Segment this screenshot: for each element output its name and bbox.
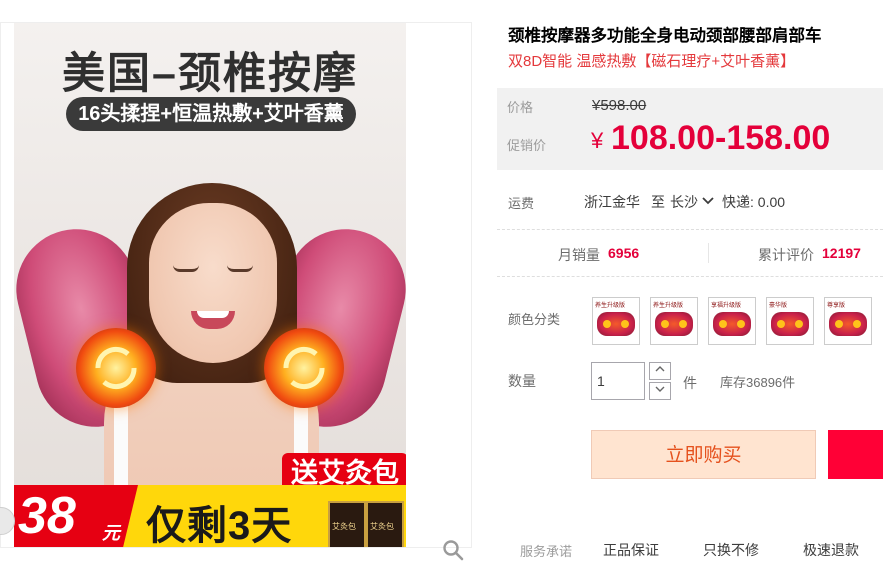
add-to-cart-button[interactable] [828, 430, 883, 479]
ship-to-select[interactable]: 长沙 [670, 192, 698, 212]
quantity-label: 数量 [508, 373, 536, 389]
gift-box-image: 艾灸包 [328, 501, 366, 547]
shipping-label: 运费 [508, 196, 535, 211]
service-item[interactable]: 极速退款 [803, 540, 859, 560]
stock-count: 库存36896件 [720, 375, 796, 390]
divider [497, 229, 883, 230]
price-label: 价格 [507, 100, 534, 115]
swatch-heat-dot [621, 320, 629, 328]
chevron-down-icon [655, 386, 665, 392]
swatch-caption: 豪华版 [769, 303, 788, 309]
product-subtitle: 双8D智能 温感热敷【磁石理疗+艾叶香薰】 [508, 53, 796, 70]
color-swatch[interactable]: 尊享版 [824, 297, 872, 345]
model-eye-right [227, 265, 253, 272]
original-price: ¥598.00 [592, 97, 647, 114]
divider [708, 243, 709, 263]
product-main-image[interactable]: 美国–颈椎按摩 16头揉捏+恒温热敷+艾叶香薰 送艾灸包 38 元 仅剩3天 艾… [14, 23, 406, 547]
swatch-heat-dot [661, 320, 669, 328]
model-eye-left [173, 265, 199, 272]
swatch-heat-dot [853, 320, 861, 328]
monthly-sales-label: 月销量 [558, 247, 600, 263]
heat-node-right-icon [264, 328, 344, 408]
ship-method: 快递: 0.00 [722, 194, 786, 210]
gift-box-image: 艾灸包 [366, 501, 404, 547]
quantity-decrease-button[interactable] [649, 382, 671, 400]
model-smile [191, 311, 235, 329]
service-item[interactable]: 只换不修 [703, 540, 759, 560]
swatch-heat-dot [835, 320, 843, 328]
swatch-caption: 尊享版 [827, 303, 846, 309]
swatch-caption: 养生升级版 [595, 303, 626, 309]
gift-box-label: 艾灸包 [332, 522, 356, 531]
swatch-heat-dot [737, 320, 745, 328]
divider [497, 276, 883, 277]
promo-price: 108.00-158.00 [611, 119, 831, 157]
chevron-up-icon [655, 366, 665, 372]
promo-price-label: 促销价 [507, 138, 547, 153]
swatch-caption: 养生升级版 [653, 303, 684, 309]
swatch-caption: 享福升级版 [711, 303, 742, 309]
reviews-label[interactable]: 累计评价 [758, 245, 814, 265]
swatch-heat-dot [777, 320, 785, 328]
product-image-panel: 美国–颈椎按摩 16头揉捏+恒温热敷+艾叶香薰 送艾灸包 38 元 仅剩3天 艾… [0, 22, 472, 561]
swatch-heat-dot [795, 320, 803, 328]
chevron-down-icon[interactable] [702, 196, 714, 206]
color-option-label: 颜色分类 [508, 312, 561, 327]
promo-badge-price: 38 [18, 487, 76, 545]
product-title: 颈椎按摩器多功能全身电动颈部腰部肩部车 [508, 27, 822, 45]
promo-currency: ¥ [591, 128, 604, 153]
quantity-unit: 件 [683, 375, 697, 391]
prev-image-button[interactable] [0, 507, 15, 535]
swatch-heat-dot [719, 320, 727, 328]
service-label: 服务承诺 [520, 544, 573, 559]
ship-to-label: 至 [651, 194, 665, 210]
color-swatch[interactable]: 养生升级版 [592, 297, 640, 345]
promo-price-badge: 38 元 [14, 485, 138, 547]
monthly-sales-value: 6956 [608, 245, 640, 261]
color-swatch[interactable]: 养生升级版 [650, 297, 698, 345]
quantity-input[interactable] [591, 362, 645, 400]
swatch-heat-dot [603, 320, 611, 328]
color-swatch[interactable]: 享福升级版 [708, 297, 756, 345]
swatch-heat-dot [679, 320, 687, 328]
ship-from: 浙江金华 [584, 194, 640, 210]
promo-badge-unit: 元 [102, 523, 120, 543]
reviews-count[interactable]: 12197 [822, 245, 861, 261]
gift-box-label: 艾灸包 [370, 522, 394, 531]
buy-now-button[interactable]: 立即购买 [591, 430, 816, 479]
image-subline: 16头揉捏+恒温热敷+艾叶香薰 [66, 97, 356, 131]
heat-node-left-icon [76, 328, 156, 408]
model-face [149, 203, 277, 363]
image-headline: 美国–颈椎按摩 [62, 50, 358, 98]
quantity-increase-button[interactable] [649, 362, 671, 380]
color-swatch[interactable]: 豪华版 [766, 297, 814, 345]
zoom-icon[interactable] [441, 538, 465, 562]
countdown-text: 仅剩3天 [146, 504, 293, 547]
service-item[interactable]: 正品保证 [603, 540, 659, 560]
